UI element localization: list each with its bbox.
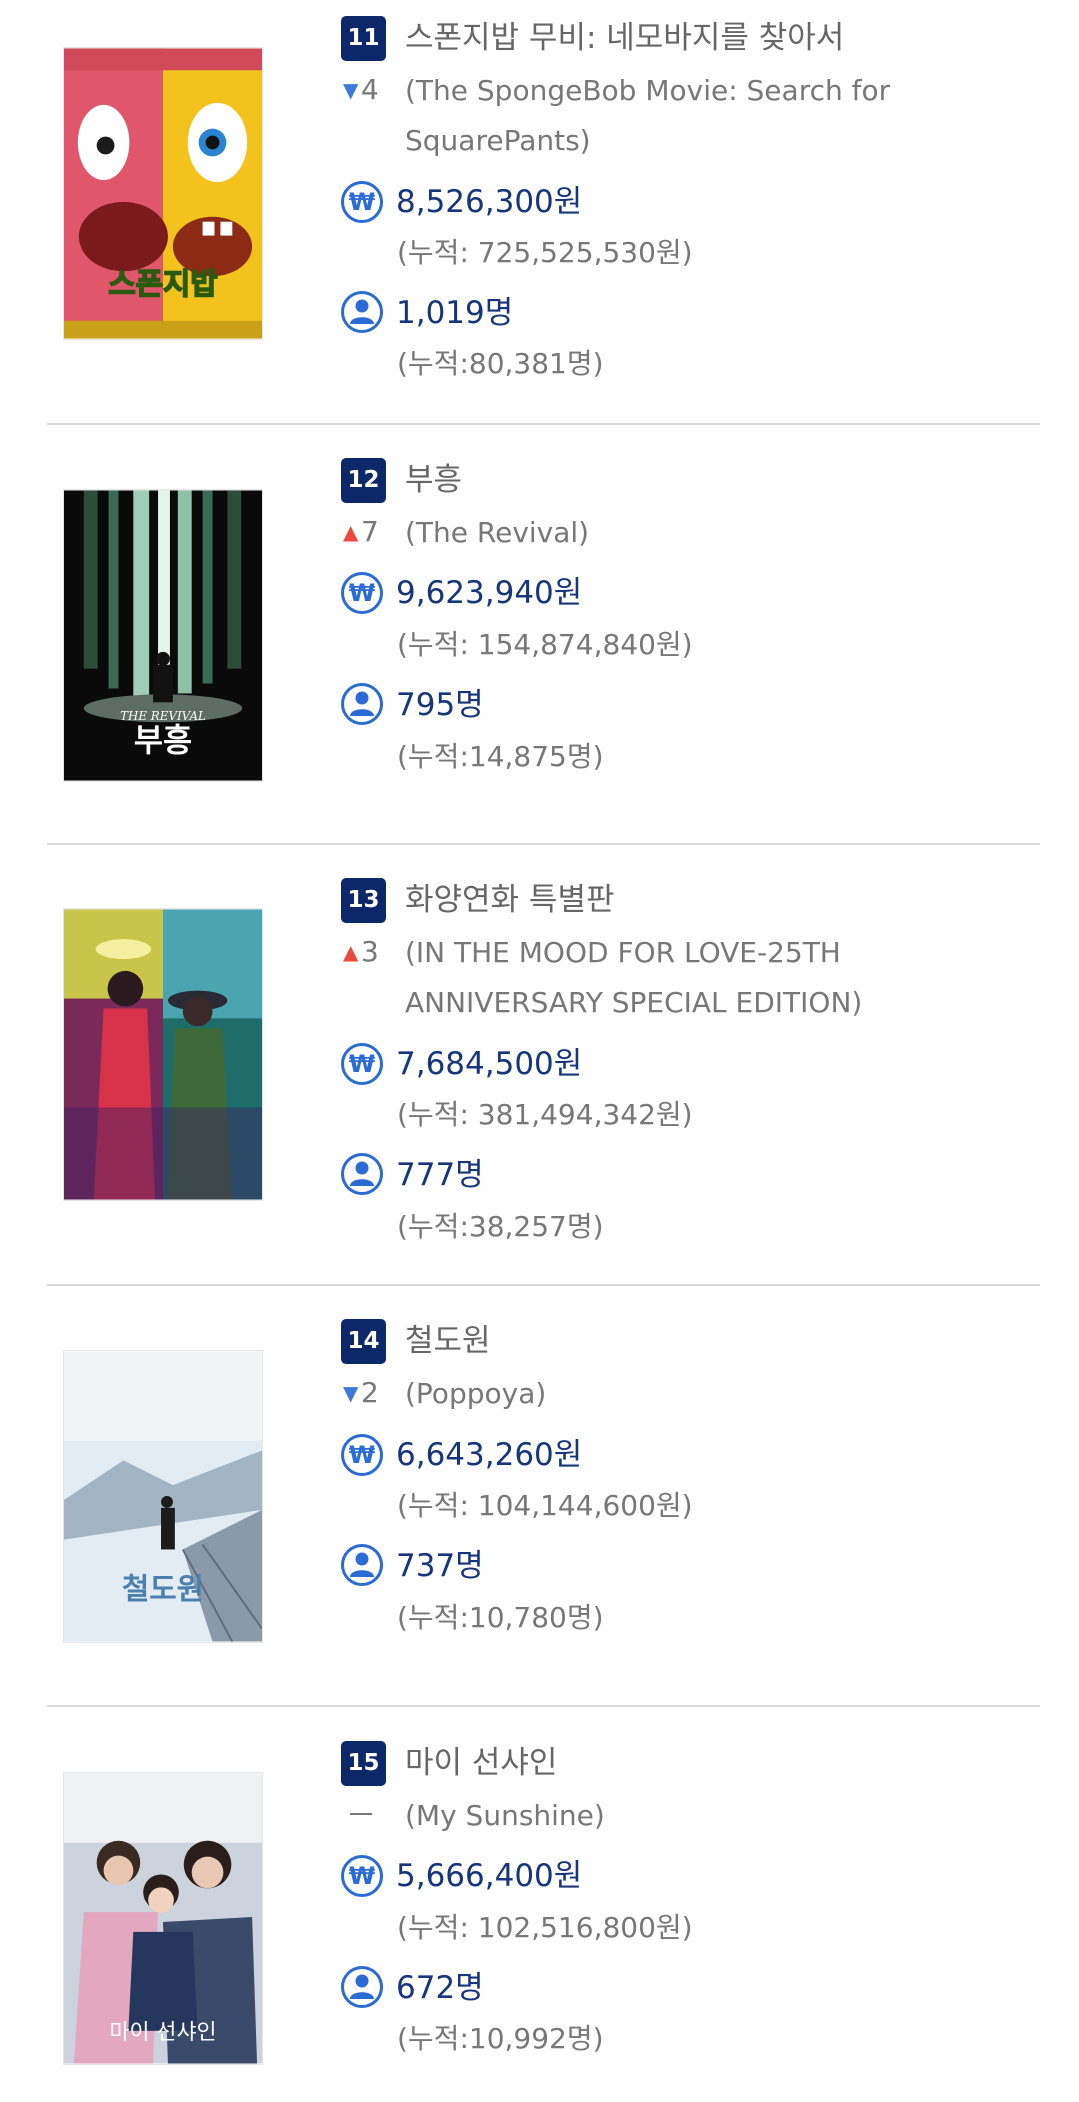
movie-title-korean[interactable]: 화양연화 특별판	[405, 878, 615, 922]
person-icon	[341, 1966, 383, 2008]
poster-ko-title: 부흥	[134, 723, 192, 759]
won-icon: ₩	[341, 1855, 383, 1897]
title-en-line: (The Revival)	[405, 516, 590, 549]
title-en-line: SquarePants)	[405, 124, 591, 157]
rank-badge: 11	[341, 16, 386, 61]
movie-title-english: (IN THE MOOD FOR LOVE-25TH ANNIVERSARY S…	[405, 928, 1025, 1028]
won-icon: ₩	[341, 1043, 383, 1085]
movie-title-english: (The Revival)	[405, 508, 1025, 558]
movie-poster[interactable]: 철도원	[63, 1350, 263, 1643]
person-icon	[341, 1544, 383, 1586]
rank-badge: 15	[341, 1741, 386, 1786]
rank-change: ▲3	[343, 930, 399, 974]
person-icon	[341, 683, 383, 725]
poster-en-title: THE REVIVAL	[120, 709, 206, 723]
poster-title-text: 마이 선샤인	[109, 2020, 216, 2045]
title-en-line: (Poppoya)	[405, 1377, 547, 1410]
rank-change	[343, 1793, 399, 1837]
title-en-line: (IN THE MOOD FOR LOVE-25TH	[405, 936, 841, 969]
mood-for-love-poster-image	[64, 909, 262, 1200]
poster-title-text: 철도원	[122, 1572, 204, 1607]
daily-audience: 1,019명	[396, 295, 514, 331]
cumulative-audience: (누적:10,780명)	[397, 1601, 604, 1634]
won-icon: ₩	[341, 572, 383, 614]
title-en-line: ANNIVERSARY SPECIAL EDITION)	[405, 986, 863, 1019]
cumulative-revenue: (누적: 104,144,600원)	[397, 1489, 693, 1522]
entry-divider	[47, 423, 1040, 425]
entry-divider	[47, 1284, 1040, 1286]
poster-title-text: 스폰지밥	[108, 267, 217, 302]
rank-change: ▼2	[343, 1371, 399, 1415]
daily-audience: 737명	[396, 1548, 484, 1584]
movie-poster[interactable]: 마이 선샤인	[63, 1772, 263, 2065]
no-change-dash-icon	[350, 1813, 372, 1815]
movie-title-english: (Poppoya)	[405, 1369, 1025, 1419]
title-en-line: (The SpongeBob Movie: Search for	[405, 74, 891, 107]
spongebob-poster-image: 스폰지밥	[64, 48, 262, 339]
arrow-down-icon: ▼	[343, 78, 359, 102]
daily-revenue: 8,526,300원	[396, 184, 583, 220]
movie-title-korean[interactable]: 마이 선샤인	[405, 1741, 557, 1785]
cumulative-audience: (누적:80,381명)	[397, 347, 604, 380]
my-sunshine-poster-image: 마이 선샤인	[64, 1773, 262, 2064]
movie-poster[interactable]	[63, 908, 263, 1201]
movie-poster[interactable]: 스폰지밥	[63, 47, 263, 340]
movie-poster[interactable]: THE REVIVAL 부흥	[63, 489, 263, 782]
daily-audience: 672명	[396, 1970, 484, 2006]
rank-badge: 13	[341, 878, 386, 923]
rank-change-value: 3	[361, 935, 379, 968]
movie-title-korean[interactable]: 스폰지밥 무비: 네모바지를 찾아서	[405, 16, 844, 60]
arrow-up-icon: ▲	[343, 940, 359, 964]
movie-title-english: (The SpongeBob Movie: Search for SquareP…	[405, 66, 1025, 166]
won-icon: ₩	[341, 1434, 383, 1476]
rank-badge: 12	[341, 458, 386, 503]
cumulative-audience: (누적:14,875명)	[397, 740, 604, 773]
won-icon: ₩	[341, 181, 383, 223]
entry-divider	[47, 1705, 1040, 1707]
movie-title-korean[interactable]: 철도원	[405, 1319, 491, 1363]
cumulative-audience: (누적:10,992명)	[397, 2022, 604, 2055]
daily-revenue: 7,684,500원	[396, 1046, 583, 1082]
person-icon	[341, 291, 383, 333]
cumulative-revenue: (누적: 381,494,342원)	[397, 1098, 693, 1131]
cumulative-audience: (누적:38,257명)	[397, 1210, 604, 1243]
daily-audience: 795명	[396, 687, 484, 723]
daily-revenue: 9,623,940원	[396, 575, 583, 611]
rank-change-value: 7	[361, 515, 379, 548]
entry-divider	[47, 843, 1040, 845]
rank-change-value: 2	[361, 1376, 379, 1409]
movie-title-english: (My Sunshine)	[405, 1791, 1025, 1841]
cumulative-revenue: (누적: 154,874,840원)	[397, 628, 693, 661]
arrow-down-icon: ▼	[343, 1381, 359, 1405]
poppoya-poster-image: 철도원	[64, 1351, 262, 1642]
rank-change: ▲7	[343, 510, 399, 554]
rank-badge: 14	[341, 1319, 386, 1364]
daily-audience: 777명	[396, 1157, 484, 1193]
title-en-line: (My Sunshine)	[405, 1799, 605, 1832]
rank-change-value: 4	[361, 73, 379, 106]
movie-title-korean[interactable]: 부흥	[405, 458, 462, 502]
arrow-up-icon: ▲	[343, 520, 359, 544]
daily-revenue: 5,666,400원	[396, 1858, 583, 1894]
cumulative-revenue: (누적: 725,525,530원)	[397, 236, 693, 269]
cumulative-revenue: (누적: 102,516,800원)	[397, 1911, 693, 1944]
revival-poster-image: THE REVIVAL 부흥	[64, 490, 262, 781]
rank-change: ▼4	[343, 68, 399, 112]
person-icon	[341, 1153, 383, 1195]
daily-revenue: 6,643,260원	[396, 1437, 583, 1473]
